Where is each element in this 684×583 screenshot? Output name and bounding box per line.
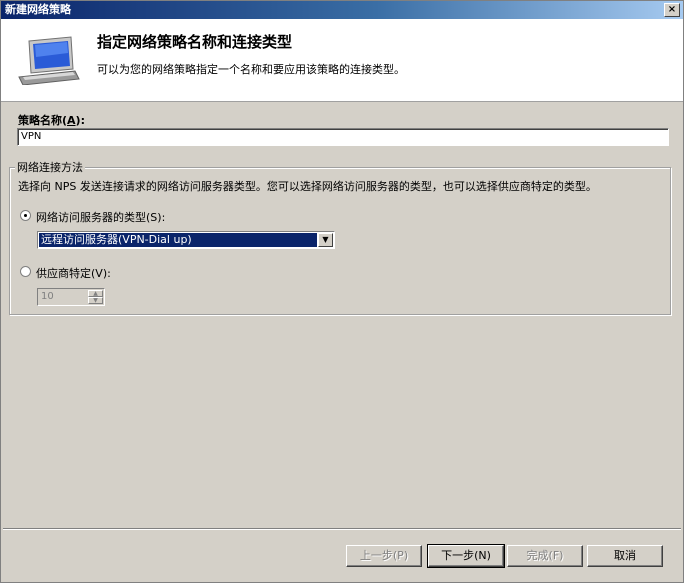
nas-type-radio-label[interactable]: 网络访问服务器的类型(S): bbox=[36, 209, 165, 225]
wizard-header: 指定网络策略名称和连接类型 可以为您的网络策略指定一个名称和要应用该策略的连接类… bbox=[1, 19, 683, 102]
spin-up-button: ▲ bbox=[88, 290, 103, 297]
cancel-button[interactable]: 取消 bbox=[587, 545, 663, 567]
next-button[interactable]: 下一步(N) bbox=[427, 544, 505, 568]
chevron-down-icon: ▼ bbox=[322, 235, 329, 244]
policy-name-label-text: 策略名称 bbox=[18, 114, 62, 127]
vendor-id-spinner: 10 ▲ ▼ bbox=[37, 288, 105, 306]
finish-button[interactable]: 完成(F) bbox=[507, 545, 583, 567]
window-title: 新建网络策略 bbox=[5, 3, 71, 16]
vendor-id-value: 10 bbox=[41, 291, 54, 302]
nas-type-select[interactable]: 远程访问服务器(VPN-Dial up) ▼ bbox=[37, 231, 335, 249]
nas-type-radio[interactable] bbox=[20, 210, 31, 221]
title-bar[interactable]: 新建网络策略 × bbox=[1, 1, 683, 19]
policy-name-input[interactable]: VPN bbox=[17, 128, 669, 146]
close-icon: × bbox=[667, 4, 677, 15]
vendor-specific-radio-label[interactable]: 供应商特定(V): bbox=[36, 265, 111, 281]
arrow-down-icon: ▼ bbox=[93, 297, 98, 304]
header-title: 指定网络策略名称和连接类型 bbox=[97, 33, 293, 51]
close-button[interactable]: × bbox=[664, 3, 680, 17]
dropdown-button[interactable]: ▼ bbox=[318, 233, 333, 247]
policy-name-label: 策略名称(A): bbox=[18, 114, 85, 127]
dialog-window: 新建网络策略 × 指定网络策略名称和连接类型 可以为您的网络策略指定一个名称和要… bbox=[0, 0, 684, 583]
back-button[interactable]: 上一步(P) bbox=[346, 545, 422, 567]
connection-method-legend: 网络连接方法 bbox=[15, 159, 85, 175]
footer-separator bbox=[3, 528, 681, 530]
nas-type-selected-value: 远程访问服务器(VPN-Dial up) bbox=[39, 233, 317, 247]
spin-down-button: ▼ bbox=[88, 297, 103, 304]
header-description: 可以为您的网络策略指定一个名称和要应用该策略的连接类型。 bbox=[97, 63, 405, 76]
vendor-specific-radio[interactable] bbox=[20, 266, 31, 277]
network-policy-icon bbox=[18, 36, 80, 85]
policy-name-accel: A bbox=[67, 114, 76, 127]
connection-method-description: 选择向 NPS 发送连接请求的网络访问服务器类型。您可以选择网络访问服务器的类型… bbox=[18, 180, 597, 193]
arrow-up-icon: ▲ bbox=[93, 290, 98, 297]
